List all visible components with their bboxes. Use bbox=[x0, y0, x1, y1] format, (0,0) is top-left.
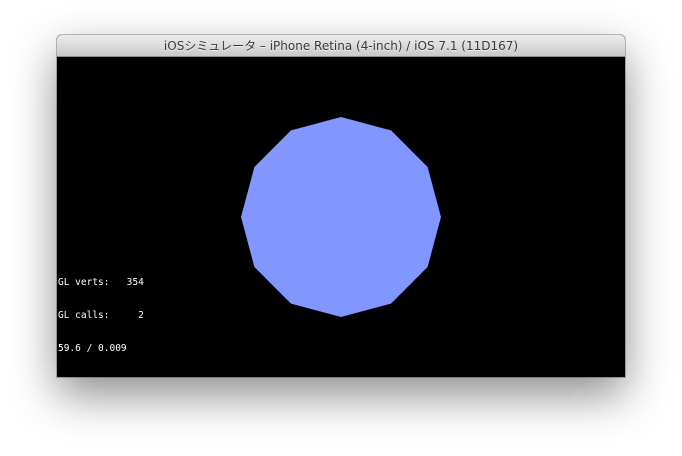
gl-verts-value: 354 bbox=[126, 277, 144, 288]
fps-line: 59.6 / 0.009 bbox=[58, 343, 127, 354]
simulator-window: iOSシミュレータ – iPhone Retina (4-inch) / iOS… bbox=[57, 35, 625, 377]
gl-verts-line: GL verts: 354 bbox=[58, 277, 144, 288]
window-titlebar[interactable]: iOSシミュレータ – iPhone Retina (4-inch) / iOS… bbox=[57, 35, 625, 57]
simulator-screen[interactable]: GL verts: 354 GL calls: 2 59.6 / 0.009 bbox=[57, 57, 625, 377]
window-title: iOSシミュレータ – iPhone Retina (4-inch) / iOS… bbox=[163, 39, 519, 53]
gl-calls-label: GL calls: bbox=[58, 310, 110, 321]
gl-stats-overlay: GL verts: 354 GL calls: 2 59.6 / 0.009 bbox=[58, 255, 144, 376]
dodecagon-shape bbox=[241, 117, 441, 317]
gl-calls-value: 2 bbox=[138, 310, 144, 321]
gl-verts-label: GL verts: bbox=[58, 277, 110, 288]
gl-calls-line: GL calls: 2 bbox=[58, 310, 144, 321]
